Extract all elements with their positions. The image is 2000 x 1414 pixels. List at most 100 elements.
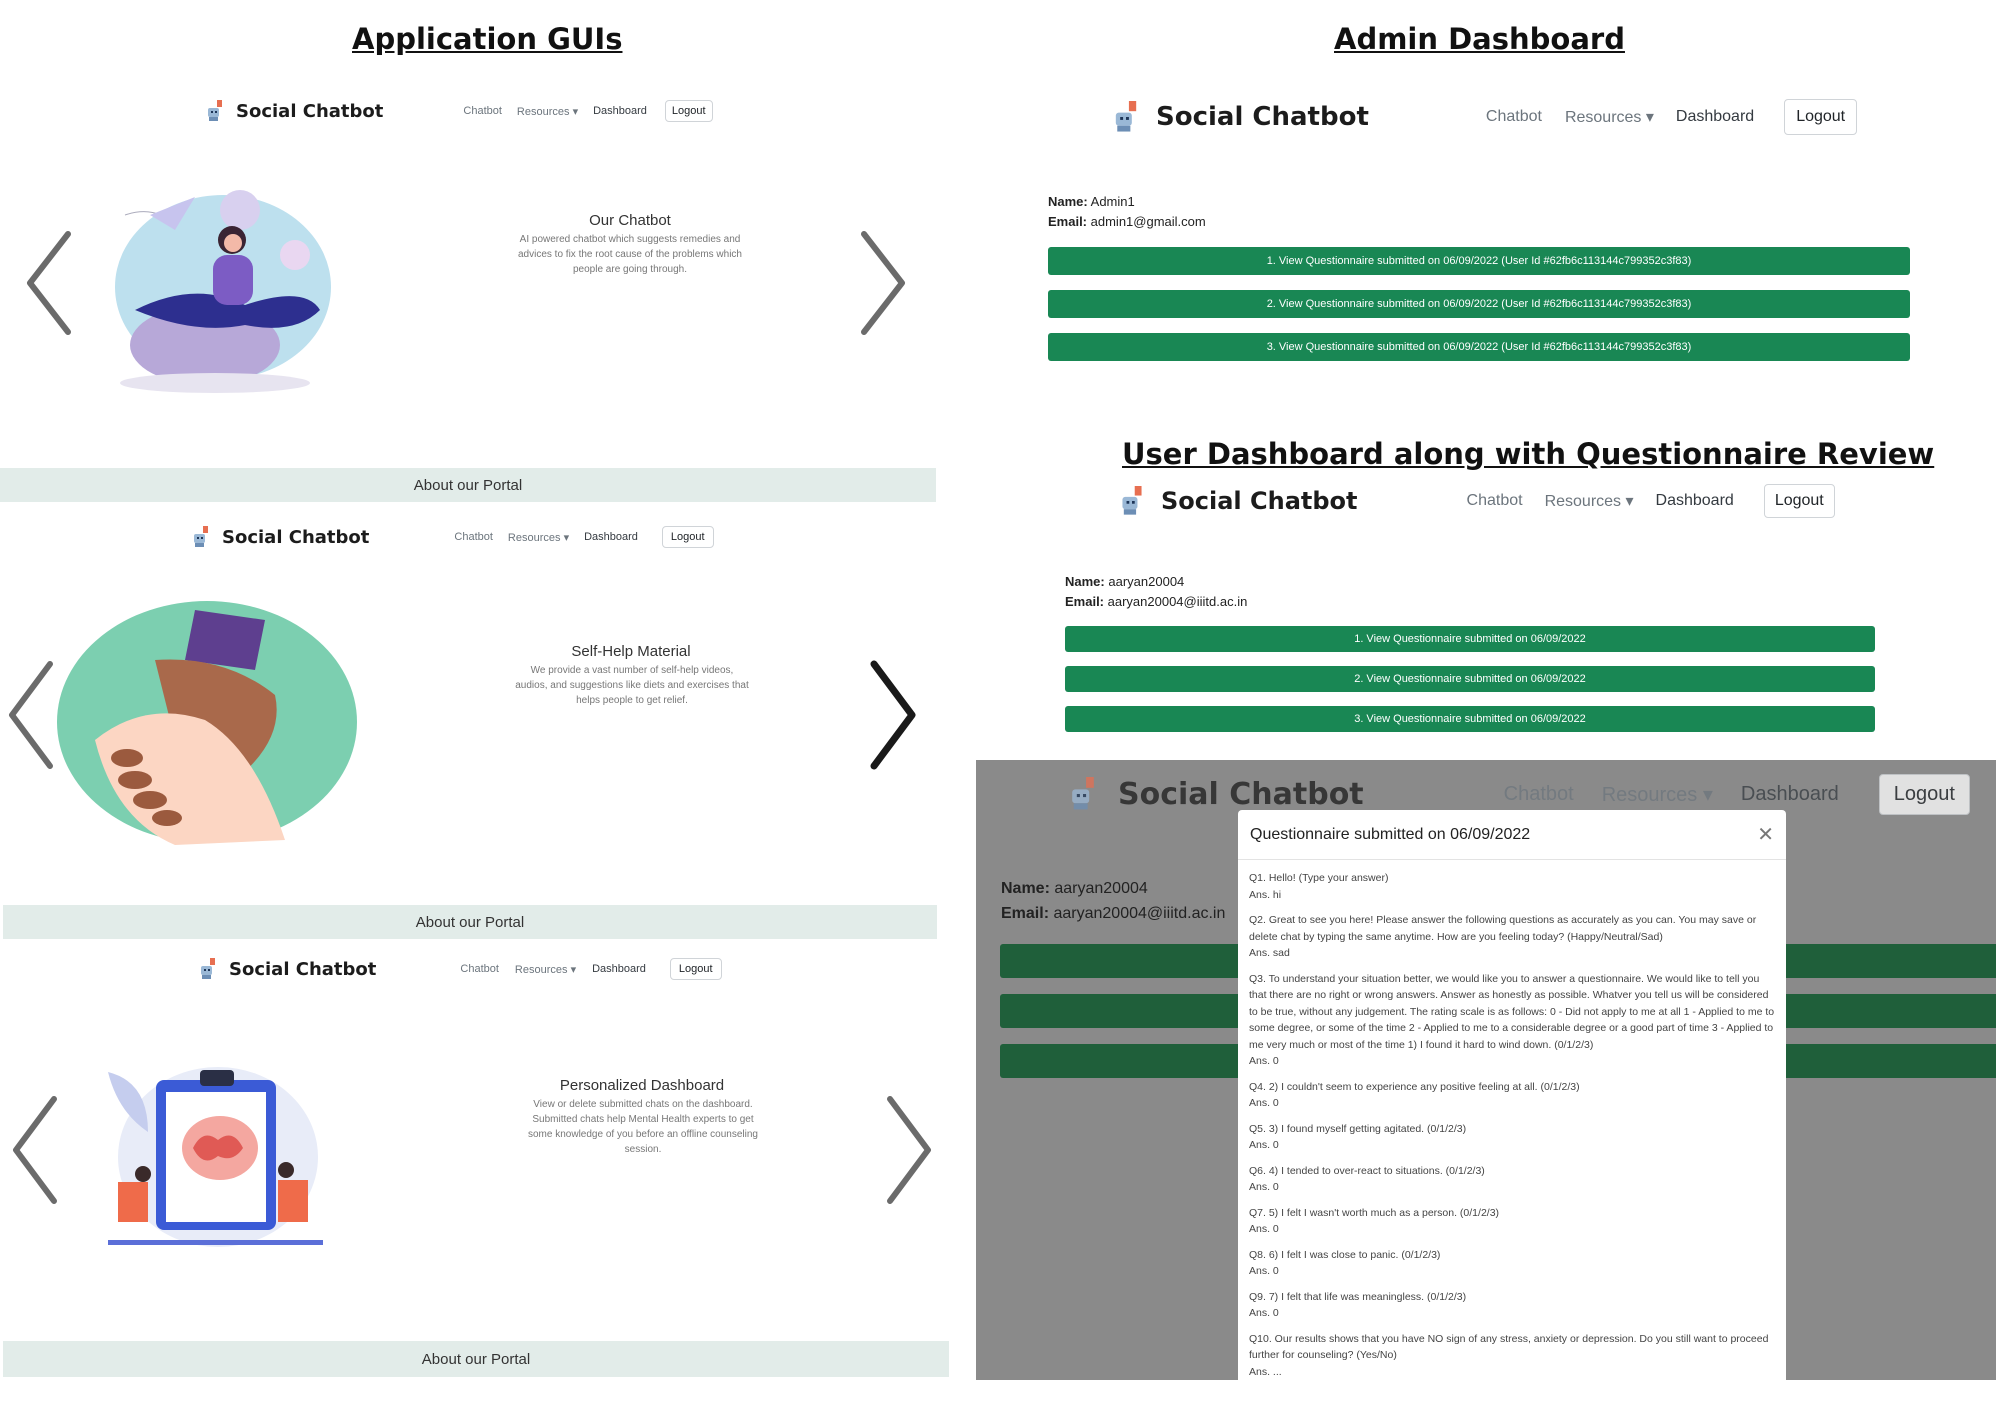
carousel-prev-icon[interactable] (6, 660, 56, 775)
answer-text: Ans. 0 (1249, 1307, 1279, 1319)
answer-text: Ans. 0 (1249, 1055, 1279, 1067)
caret-down-icon: ▾ (1625, 493, 1634, 510)
view-questionnaire-button[interactable]: 1. View Questionnaire submitted on 06/09… (1048, 247, 1910, 275)
user-email: Email: aaryan20004@iiitd.ac.in (1001, 905, 1226, 922)
view-questionnaire-button[interactable]: 3. View Questionnaire submitted on 06/09… (1048, 333, 1910, 361)
user-name: Name: aaryan20004 (1001, 880, 1148, 897)
nav-chatbot[interactable]: Chatbot (1467, 492, 1523, 510)
handshake-illustration (55, 600, 360, 850)
nav-dashboard[interactable]: Dashboard (1656, 492, 1734, 510)
nav-chatbot[interactable]: Chatbot (454, 531, 493, 543)
questionnaire-item: Q1. Hello! (Type your answer) Ans. hi (1249, 870, 1775, 903)
question-text: Q5. 3) I found myself getting agitated. … (1249, 1122, 1467, 1135)
nav-resources[interactable]: Resources ▾ (515, 963, 576, 976)
question-text: Q8. 6) I felt I was close to panic. (0/1… (1249, 1248, 1441, 1261)
modal-body[interactable]: Q1. Hello! (Type your answer) Ans. hi Q2. … (1238, 860, 1786, 1380)
nav-dashboard[interactable]: Dashboard (584, 531, 638, 543)
questionnaire-item: Q10. Our results shows that you have NO … (1249, 1331, 1775, 1381)
navbar: Social Chatbot Chatbot Resources ▾ Dashb… (1117, 482, 1835, 520)
question-text: Q7. 5) I felt I wasn't worth much as a p… (1249, 1206, 1500, 1219)
view-questionnaire-button[interactable]: 1. View Questionnaire submitted on 06/09… (1065, 626, 1875, 652)
view-questionnaire-button[interactable]: 3. View Questionnaire submitted on 06/09… (1065, 706, 1875, 732)
admin-email: Email: admin1@gmail.com (1048, 214, 1206, 229)
nav-resources[interactable]: Resources ▾ (508, 531, 569, 544)
brand-name[interactable]: Social Chatbot (236, 101, 383, 122)
answer-text: Ans. 0 (1249, 1223, 1279, 1235)
questionnaire-item: Q5. 3) I found myself getting agitated. … (1249, 1121, 1775, 1154)
logout-button[interactable]: Logout (1784, 99, 1858, 135)
about-portal-bar[interactable]: About our Portal (3, 905, 937, 939)
question-text: Q9. 7) I felt that life was meaningless.… (1249, 1290, 1467, 1303)
brand-name[interactable]: Social Chatbot (229, 959, 376, 980)
answer-text: Ans. 0 (1249, 1139, 1279, 1151)
brand-name[interactable]: Social Chatbot (1118, 777, 1364, 812)
robot-logo-icon (1117, 484, 1147, 518)
nav-dashboard[interactable]: Dashboard (1676, 108, 1754, 126)
logout-button[interactable]: Logout (661, 526, 714, 548)
question-text: Q6. 4) I tended to over-react to situati… (1249, 1164, 1485, 1177)
question-text: Q2. Great to see you here! Please answer… (1249, 914, 1757, 943)
nav-dashboard[interactable]: Dashboard (592, 963, 646, 975)
carousel-prev-icon[interactable] (10, 1095, 60, 1210)
robot-logo-icon (190, 525, 212, 549)
slide-title: Personalized Dashboard (559, 1077, 725, 1094)
nav-resources[interactable]: Resources ▾ (1565, 107, 1654, 127)
slide-description: View or delete submitted chats on the da… (528, 1099, 758, 1155)
about-portal-bar[interactable]: About our Portal (3, 1341, 949, 1377)
caret-down-icon: ▾ (570, 963, 577, 976)
view-questionnaire-button[interactable]: 2. View Questionnaire submitted on 06/09… (1065, 666, 1875, 692)
carousel-prev-icon[interactable] (24, 230, 74, 341)
nav-resources[interactable]: Resources ▾ (1602, 782, 1713, 807)
robot-logo-icon (1110, 99, 1142, 135)
brand-name[interactable]: Social Chatbot (1156, 102, 1369, 132)
caret-down-icon: ▾ (563, 531, 570, 544)
slide-description: AI powered chatbot which suggests remedi… (517, 234, 742, 275)
navbar: Social Chatbot Chatbot Resources ▾ Dashb… (1110, 96, 1858, 138)
carousel-next-icon[interactable] (884, 1095, 934, 1210)
answer-text: Ans. sad (1249, 947, 1290, 959)
answer-text: Ans. ... (1249, 1365, 1282, 1378)
questionnaire-item: Q9. 7) I felt that life was meaningless.… (1249, 1289, 1775, 1322)
nav-chatbot[interactable]: Chatbot (1486, 108, 1542, 126)
logout-button[interactable]: Logout (1763, 484, 1835, 518)
carousel-next-icon[interactable] (858, 230, 908, 341)
logout-button[interactable]: Logout (669, 958, 722, 980)
navbar: Social Chatbot Chatbot Resources ▾ Dashb… (197, 955, 722, 983)
questionnaire-item: Q7. 5) I felt I wasn't worth much as a p… (1249, 1205, 1775, 1238)
modal-backdrop[interactable]: Social Chatbot Chatbot Resources ▾ Dashb… (976, 760, 1996, 1380)
caret-down-icon: ▾ (1645, 109, 1654, 126)
questionnaire-item: Q8. 6) I felt I was close to panic. (0/1… (1249, 1247, 1775, 1280)
brand-name[interactable]: Social Chatbot (1161, 487, 1358, 515)
robot-logo-icon (1066, 775, 1100, 813)
caret-down-icon: ▾ (572, 105, 579, 118)
close-icon[interactable]: ✕ (1757, 822, 1774, 847)
nav-dashboard[interactable]: Dashboard (593, 105, 647, 117)
nav-dashboard[interactable]: Dashboard (1741, 783, 1839, 806)
nav-resources[interactable]: Resources ▾ (517, 105, 578, 118)
section-title-admin-dashboard: Admin Dashboard (1334, 22, 1625, 56)
user-email: Email: aaryan20004@iiitd.ac.in (1065, 594, 1248, 609)
logout-button[interactable]: Logout (1878, 773, 1970, 815)
answer-text: Ans. 0 (1249, 1097, 1279, 1109)
nav-chatbot[interactable]: Chatbot (463, 105, 502, 117)
slide-title: Our Chatbot (589, 212, 671, 229)
questionnaire-item: Q3. To understand your situation better,… (1249, 971, 1775, 1070)
section-title-user-dashboard: User Dashboard along with Questionnaire … (1122, 437, 1935, 471)
questionnaire-item: Q2. Great to see you here! Please answer… (1249, 912, 1775, 962)
carousel-next-icon[interactable] (868, 660, 918, 775)
about-portal-bar[interactable]: About our Portal (0, 468, 936, 502)
logout-button[interactable]: Logout (664, 100, 713, 122)
nav-resources[interactable]: Resources ▾ (1545, 491, 1634, 511)
answer-text: Ans. 0 (1249, 1181, 1279, 1193)
questionnaire-modal: Questionnaire submitted on 06/09/2022 ✕ … (1238, 810, 1786, 1380)
question-text: Q1. Hello! (Type your answer) (1249, 872, 1389, 884)
nav-chatbot[interactable]: Chatbot (1504, 783, 1574, 806)
user-name: Name: aaryan20004 (1065, 574, 1185, 589)
nav-chatbot[interactable]: Chatbot (460, 963, 499, 975)
modal-header: Questionnaire submitted on 06/09/2022 ✕ (1238, 810, 1786, 860)
navbar: Social Chatbot Chatbot Resources ▾ Dashb… (204, 97, 713, 125)
dashboard-illustration (98, 1062, 333, 1262)
view-questionnaire-button[interactable]: 2. View Questionnaire submitted on 06/09… (1048, 290, 1910, 318)
section-title-app-guis: Application GUIs (352, 22, 623, 56)
brand-name[interactable]: Social Chatbot (222, 527, 369, 548)
